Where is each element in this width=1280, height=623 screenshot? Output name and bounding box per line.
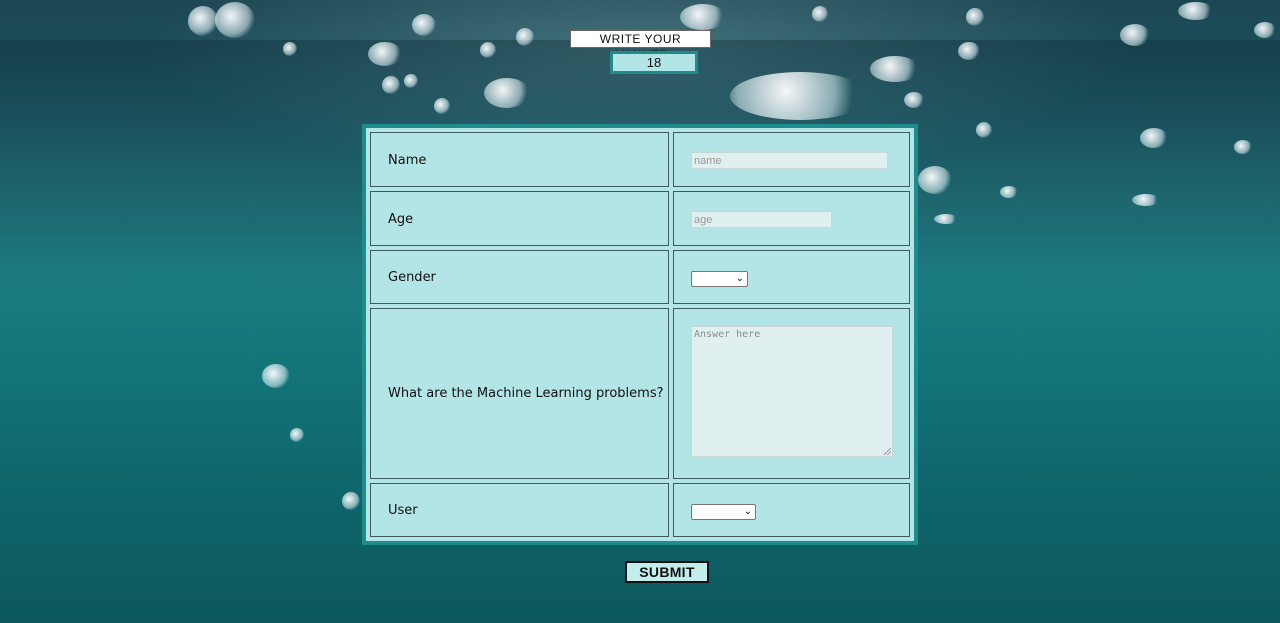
- name-input-cell: name: [673, 132, 910, 187]
- question-label: What are the Machine Learning problems?: [388, 386, 664, 401]
- question-label-cell: What are the Machine Learning problems?: [370, 308, 669, 479]
- name-label: Name: [388, 153, 427, 168]
- user-label-cell: User: [370, 483, 669, 537]
- name-label-cell: Name: [370, 132, 669, 187]
- answer-textarea[interactable]: Answer here: [691, 326, 893, 457]
- submit-button[interactable]: SUBMIT: [625, 561, 709, 583]
- answer-textarea-cell: Answer here: [673, 308, 910, 479]
- age-label-cell: Age: [370, 191, 669, 246]
- age-input-cell: age: [673, 191, 910, 246]
- user-select[interactable]: ⌄: [691, 504, 756, 520]
- gender-select-cell: ⌄: [673, 250, 910, 304]
- user-label: User: [388, 503, 418, 518]
- question-form: Name name Age age Gender ⌄ What are the …: [362, 124, 918, 545]
- chevron-down-icon: ⌄: [743, 506, 752, 517]
- write-answer-label: WRITE YOUR ANSWER: [570, 30, 711, 62]
- gender-label-cell: Gender: [370, 250, 669, 304]
- age-label: Age: [388, 212, 414, 227]
- gender-label: Gender: [388, 270, 436, 285]
- user-select-cell: ⌄: [673, 483, 910, 537]
- gender-select[interactable]: ⌄: [691, 271, 748, 287]
- resize-grip-icon[interactable]: [884, 448, 891, 455]
- age-input[interactable]: age: [691, 211, 832, 228]
- answer-textarea-placeholder: Answer here: [694, 329, 761, 340]
- name-input[interactable]: name: [691, 152, 888, 169]
- chevron-down-icon: ⌄: [735, 273, 744, 284]
- answer-counter: 18: [610, 51, 698, 74]
